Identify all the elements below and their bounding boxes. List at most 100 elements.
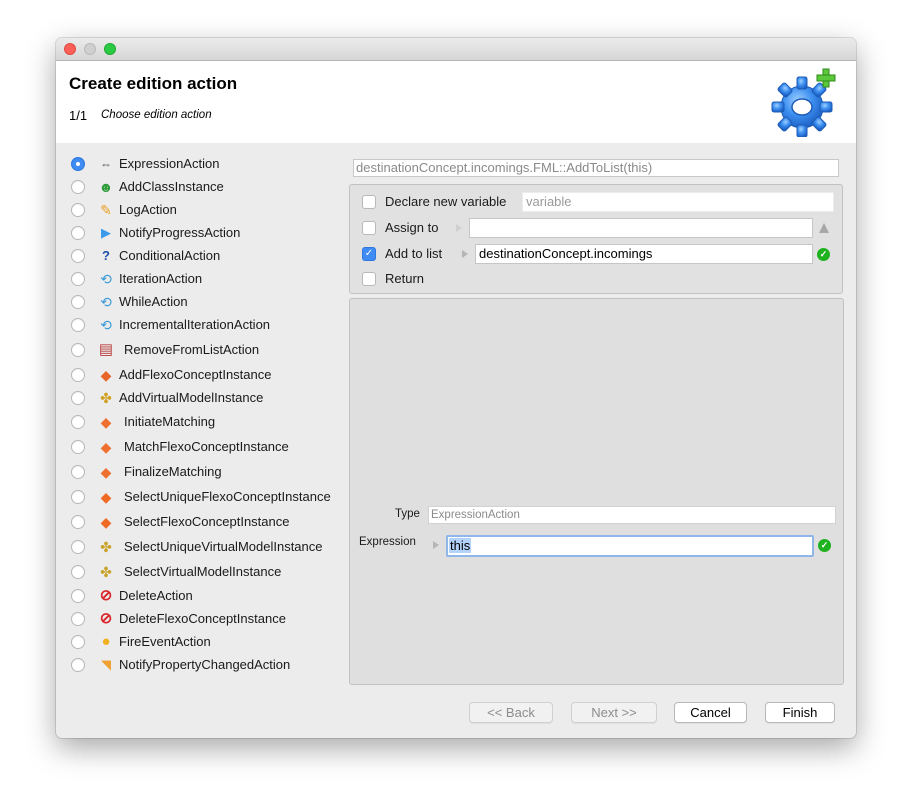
action-label: SelectUniqueFlexoConceptInstance [124,489,331,504]
action-option[interactable]: ◆ MatchFlexoConceptInstance [70,437,360,459]
assign-to-expand-icon[interactable] [456,224,462,232]
declare-variable-checkbox[interactable] [362,195,376,209]
remove-from-list-icon: ▤ [98,341,114,358]
loop-icon: ⟲ [100,271,112,287]
action-option[interactable]: ⊘ DeleteFlexoConceptInstance [70,609,360,631]
add-to-list-checkbox[interactable]: ✓ [362,247,376,261]
next-button[interactable]: Next >> [571,702,657,723]
select-virtual-model-icon: ✤ [100,564,112,580]
play-triangle-icon: ▶ [101,225,111,240]
variable-name-input[interactable]: variable [522,192,834,212]
action-radio[interactable] [71,203,85,217]
action-option[interactable]: ⟲ WhileAction [70,292,360,314]
action-radio[interactable] [71,540,85,554]
action-label: DeleteAction [119,588,193,603]
loop-icon: ⟲ [100,317,112,333]
matching-icon: ◆ [100,414,112,430]
action-option[interactable]: ◆ SelectUniqueFlexoConceptInstance [70,487,360,509]
expression-label: Expression [359,536,416,548]
action-option[interactable]: ◥ NotifyPropertyChangedAction [70,655,360,677]
expression-expand-icon[interactable] [433,541,439,549]
action-radio[interactable] [71,295,85,309]
step-counter: 1/1 [69,108,88,123]
action-radio[interactable] [71,635,85,649]
expression-icon: ⇔ [100,157,112,171]
action-radio[interactable] [71,589,85,603]
add-class-icon: ☻ [98,179,114,195]
action-radio[interactable] [71,249,85,263]
add-to-list-expand-icon[interactable] [462,250,468,258]
action-option[interactable]: ● FireEventAction [70,632,360,654]
action-option[interactable]: ? ConditionalAction [70,246,360,268]
action-label: InitiateMatching [124,414,216,429]
action-option[interactable]: ✤ AddVirtualModelInstance [70,388,360,410]
gear-add-icon [771,68,836,137]
assign-to-input[interactable] [469,218,813,238]
action-option[interactable]: ▶ NotifyProgressAction [70,223,360,245]
action-radio[interactable] [71,180,85,194]
action-radio[interactable] [71,318,85,332]
action-radio[interactable] [71,612,85,626]
action-radio[interactable] [71,368,85,382]
action-label: IterationAction [119,271,203,286]
action-label: MatchFlexoConceptInstance [124,439,289,454]
delete-icon: ⊘ [99,610,113,627]
action-radio[interactable] [71,515,85,529]
action-radio[interactable] [71,343,85,357]
action-option[interactable]: ◆ FinalizeMatching [70,462,360,484]
action-radio[interactable] [71,658,85,672]
zoom-window-button[interactable] [104,43,116,55]
action-radio[interactable] [71,490,85,504]
question-icon: ? [102,248,110,263]
back-button[interactable]: << Back [469,702,553,723]
finish-button[interactable]: Finish [765,702,835,723]
select-virtual-model-icon: ✤ [100,539,112,555]
action-label: SelectUniqueVirtualModelInstance [124,539,323,554]
action-option[interactable]: ◆ AddFlexoConceptInstance [70,365,360,387]
declare-variable-label: Declare new variable [385,194,507,209]
action-label: NotifyPropertyChangedAction [119,657,291,672]
action-radio[interactable] [71,565,85,579]
cancel-button[interactable]: Cancel [674,702,747,723]
action-radio[interactable] [71,465,85,479]
action-radio[interactable] [71,391,85,405]
dialog-title: Create edition action [69,74,238,93]
action-option[interactable]: ⊘ DeleteAction [70,586,360,608]
action-option[interactable]: ✤ SelectUniqueVirtualModelInstance [70,537,360,559]
options-panel: Declare new variable variable Assign to … [349,184,843,294]
action-label: AddVirtualModelInstance [119,390,264,405]
assign-to-checkbox[interactable] [362,221,376,235]
action-option[interactable]: ⟲ IterationAction [70,269,360,291]
fire-event-icon: ● [101,633,111,650]
minimize-window-button[interactable] [84,43,96,55]
close-window-button[interactable] [64,43,76,55]
expression-valid-icon: ✓ [818,539,831,552]
add-to-list-input[interactable]: destinationConcept.incomings [475,244,813,264]
action-radio[interactable] [71,272,85,286]
return-checkbox[interactable] [362,272,376,286]
action-option[interactable]: ◆ InitiateMatching [70,412,360,434]
action-option[interactable]: ⟲ IncrementalIterationAction [70,315,360,337]
action-label: RemoveFromListAction [124,342,260,357]
action-option[interactable]: ✤ SelectVirtualModelInstance [70,562,360,584]
action-option[interactable]: ☻ AddClassInstance [70,177,360,199]
action-option[interactable]: ▤ RemoveFromListAction [70,340,360,362]
expression-input[interactable]: this [446,535,814,557]
action-radio[interactable] [71,226,85,240]
action-radio[interactable] [71,157,85,171]
action-radio[interactable] [71,415,85,429]
create-edition-action-dialog: Create edition action 1/1 Choose edition… [56,38,856,738]
action-radio[interactable] [71,440,85,454]
title-bar [56,38,856,61]
action-option[interactable]: ◆ SelectFlexoConceptInstance [70,512,360,534]
action-label: NotifyProgressAction [119,225,241,240]
notify-property-icon: ◥ [101,657,111,672]
delete-icon: ⊘ [99,587,113,604]
action-label: FireEventAction [119,634,211,649]
matching-icon: ◆ [100,439,112,455]
select-flexo-concept-icon: ◆ [100,489,112,505]
pencil-icon: ✎ [100,202,112,218]
action-label: ExpressionAction [119,156,220,171]
action-option[interactable]: ⇔ ExpressionAction [70,154,360,176]
action-option[interactable]: ✎ LogAction [70,200,360,222]
